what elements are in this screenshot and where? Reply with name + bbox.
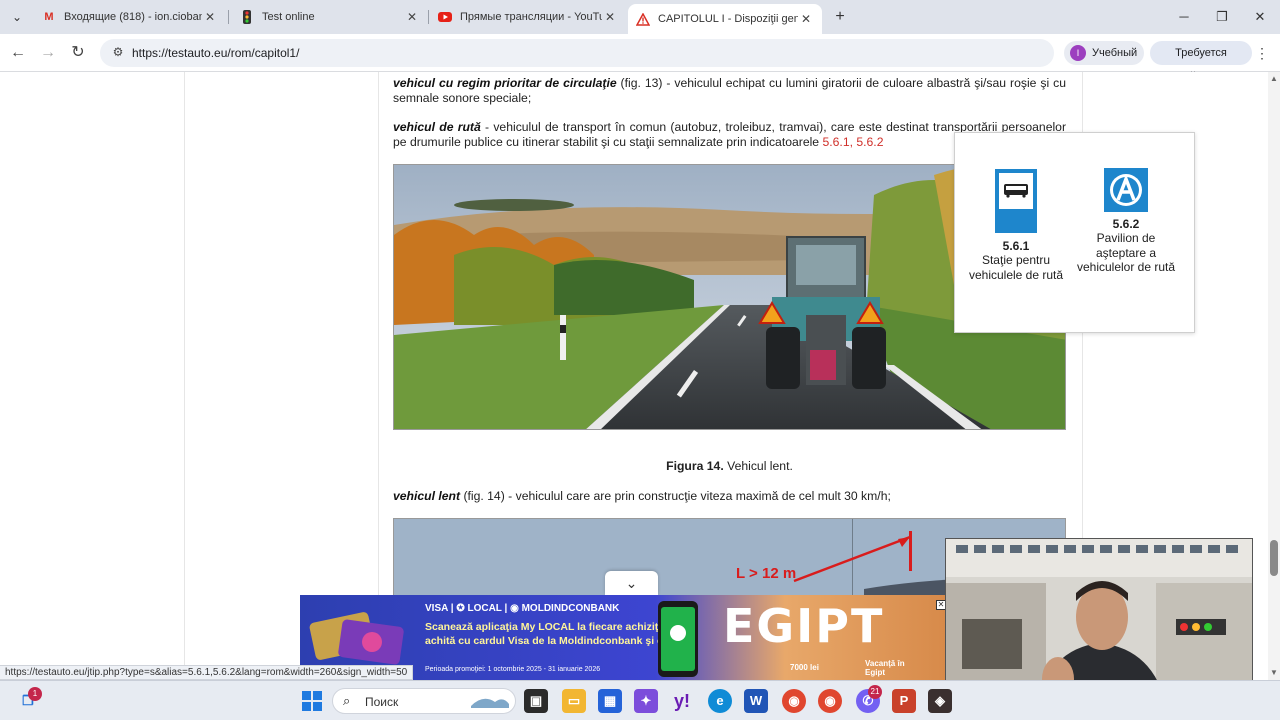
definition-priority-vehicle: vehicul cu regim prioritar de circulaţie… (393, 76, 1066, 106)
restore-icon[interactable]: ❐ (1211, 7, 1233, 27)
file-explorer-icon[interactable]: ▭ (562, 689, 586, 713)
tab-divider (228, 10, 229, 24)
close-icon[interactable]: ✕ (798, 12, 814, 26)
yahoo-icon[interactable]: y! (670, 689, 694, 713)
browser-toolbar: ← → ↻ ⚙ https://testauto.eu/rom/capitol1… (0, 34, 1280, 83)
sign-name: Staţie pentru vehiculele de rută (968, 253, 1064, 282)
tab-strip: ⌄ M Входящие (818) - ion.ciobanu@ ✕ Test… (0, 0, 1280, 34)
column-divider (184, 72, 185, 680)
close-icon[interactable]: ✕ (404, 10, 420, 24)
scrollbar-thumb[interactable] (1270, 540, 1278, 576)
ad-headline: EGIPT (723, 599, 885, 653)
sign-code: 5.6.2 (1112, 216, 1140, 231)
sign-link[interactable]: 5.6.1, 5.6.2 (822, 135, 883, 149)
taskbar-search[interactable]: ⌕ Поиск (332, 688, 516, 714)
warning-icon (636, 12, 650, 26)
more-menu-icon[interactable]: ⋮ (1254, 42, 1270, 64)
tab-test-online[interactable]: Test online ✕ (232, 4, 428, 30)
close-icon[interactable]: ✕ (202, 10, 218, 24)
search-icon: ⌕ (343, 693, 351, 708)
ad-period: Perioada promoţiei: 1 octombrie 2025 - 3… (425, 666, 601, 673)
term: vehicul lent (393, 489, 461, 503)
tab-title: Прямые трансляции - YouTube (460, 11, 602, 23)
caption-text: Vehicul lent. (723, 459, 793, 473)
address-url[interactable]: https://testauto.eu/rom/capitol1/ (132, 46, 299, 60)
profile-button[interactable]: I Учебный (1064, 41, 1144, 65)
tab-title: Test online (262, 11, 315, 23)
tab-gmail[interactable]: M Входящие (818) - ion.ciobanu@ ✕ (34, 4, 226, 30)
avatar: I (1070, 45, 1086, 61)
definition-text: (fig. 14) - vehiculul care are prin cons… (460, 489, 891, 503)
address-bar[interactable]: ⚙ https://testauto.eu/rom/capitol1/ (100, 39, 1054, 67)
ad-prize: Vacanţă în Egipt (865, 659, 905, 677)
tab-capitolul-active[interactable]: CAPITOLUL I - Dispoziţii generale ✕ (628, 4, 822, 34)
windows-start-icon[interactable] (300, 689, 324, 713)
task-view-icon[interactable]: ▣ (524, 689, 548, 713)
tab-title: CAPITOLUL I - Dispoziţii generale (658, 13, 798, 25)
site-info-icon[interactable]: ⚙ (110, 44, 126, 60)
length-label: L > 12 m (736, 565, 796, 582)
powerpoint-icon[interactable]: P (892, 689, 916, 713)
store-icon[interactable]: ▦ (598, 689, 622, 713)
chrome-icon[interactable]: ◉ (782, 689, 806, 713)
caption-label: Figura 14. (666, 459, 724, 473)
ad-text-line: Scanează aplicaţia My LOCAL la fiecare a… (425, 621, 670, 633)
ad-collapse-chevron-icon[interactable]: ⌄ (605, 571, 658, 595)
search-highlight-image (471, 698, 509, 708)
reload-icon[interactable]: ↻ (67, 42, 89, 64)
ad-brands: VISA | ✪ LOCAL | ◉ MOLDINDCONBANK (425, 603, 620, 614)
term: vehicul cu regim prioritar de circulaţie (393, 76, 617, 90)
column-divider (378, 72, 379, 680)
action-required-button[interactable]: Требуется действие (1150, 41, 1252, 83)
scroll-down-arrow-icon[interactable]: ▼ (1268, 668, 1280, 678)
copilot-icon[interactable]: ✦ (634, 689, 658, 713)
profile-label: Учебный (1092, 47, 1138, 59)
edge-icon[interactable]: e (708, 689, 732, 713)
status-bar-url: https://testauto.eu/jtip.php?type=s&alia… (0, 665, 414, 680)
close-icon[interactable]: ✕ (602, 10, 618, 24)
viber-badge: 21 (868, 685, 882, 699)
gmail-icon: M (44, 11, 54, 23)
youtube-icon (438, 10, 452, 24)
bus-stop-sign-icon (993, 167, 1039, 235)
sign-5-6-2: 5.6.2 Pavilion de aşteptare a vehiculelo… (1071, 167, 1181, 275)
sign-5-6-1: 5.6.1 Staţie pentru vehiculele de rută (961, 167, 1071, 282)
forward-arrow-icon[interactable]: → (37, 42, 59, 64)
window-close-icon[interactable]: ✕ (1249, 7, 1271, 27)
tab-title: Входящие (818) - ion.ciobanu@ (64, 11, 202, 23)
new-tab-plus-icon[interactable]: + (830, 7, 850, 27)
traffic-light-icon (240, 10, 254, 24)
waiting-pavilion-sign-icon (1104, 168, 1148, 212)
chrome-profile-icon[interactable]: ◉ (818, 689, 842, 713)
notification-badge: 1 (28, 687, 42, 701)
sign-name: Pavilion de aşteptare a vehiculelor de r… (1076, 231, 1176, 274)
phone-mylocal-image (658, 601, 698, 677)
search-label: Поиск (365, 695, 399, 709)
app-icon[interactable]: ◈ (928, 689, 952, 713)
ad-prize: 7000 lei (790, 663, 819, 672)
sign-code: 5.6.1 (1002, 238, 1030, 253)
back-arrow-icon[interactable]: ← (7, 42, 29, 64)
tab-search-chevron-icon[interactable]: ⌄ (6, 6, 28, 28)
windows-taskbar: ❐ 1 ⌕ Поиск ▣ ▭ ▦ ✦ y! e W ◉ ◉ ✆ 21 P ◈ (0, 680, 1280, 720)
term: vehicul de rută (393, 120, 481, 134)
word-icon[interactable]: W (744, 689, 768, 713)
tab-divider (428, 10, 429, 24)
tab-youtube[interactable]: Прямые трансляции - YouTube ✕ (430, 4, 626, 30)
scroll-up-arrow-icon[interactable]: ▲ (1268, 74, 1280, 84)
minimize-icon[interactable]: ─ (1173, 7, 1195, 27)
page-scrollbar[interactable] (1268, 72, 1280, 680)
definition-slow-vehicle: vehicul lent (fig. 14) - vehiculul care … (393, 489, 1066, 504)
figure-14-caption: Figura 14. Vehicul lent. (393, 459, 1066, 473)
sign-tooltip-popup: 5.6.1 Staţie pentru vehiculele de rută 5… (954, 132, 1195, 333)
